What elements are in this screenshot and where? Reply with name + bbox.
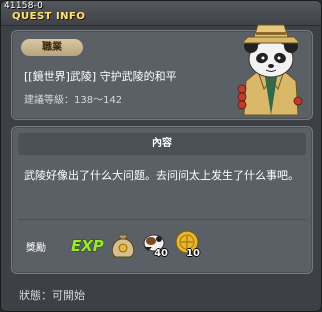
quest-description: 武陵好像出了什么大问题。去问问太上发生了什么事吧。 — [24, 169, 299, 182]
exp-label: EXP — [71, 237, 104, 255]
divider — [18, 219, 306, 220]
window-title: QUEST INFO — [12, 11, 86, 22]
reward-item-pet[interactable]: 40 — [138, 227, 168, 259]
panda-npc-portrait — [237, 24, 303, 115]
job-badge: 職業 — [21, 39, 83, 56]
reward-qty: 40 — [154, 248, 168, 259]
quest-status: 狀態：可開始 — [19, 289, 85, 302]
content-header: 內容 — [18, 133, 306, 155]
reward-label: 獎勵 — [26, 243, 46, 254]
quest-id: 41158-0 — [4, 1, 44, 11]
money-bag-icon — [111, 234, 135, 258]
quest-header-panel: 職業 [[鏡世界]武陵] 守护武陵的和平 建議等級：138～142 — [11, 24, 313, 120]
recommended-level: 建議等級：138～142 — [24, 95, 123, 106]
quest-info-window: 41158-0 QUEST INFO 職業 [[鏡世界]武陵] 守护武陵的和平 … — [0, 0, 322, 312]
exp-reward-icon[interactable]: EXP — [70, 231, 105, 257]
reward-item-money-bag[interactable] — [108, 227, 138, 259]
quest-name: [[鏡世界]武陵] 守护武陵的和平 — [24, 70, 177, 83]
reward-item-coin[interactable]: 10 — [170, 227, 200, 259]
reward-qty: 10 — [186, 248, 200, 259]
quest-content-panel: 內容 武陵好像出了什么大问题。去问问太上发生了什么事吧。 獎勵 EXP 40 1… — [11, 126, 313, 274]
